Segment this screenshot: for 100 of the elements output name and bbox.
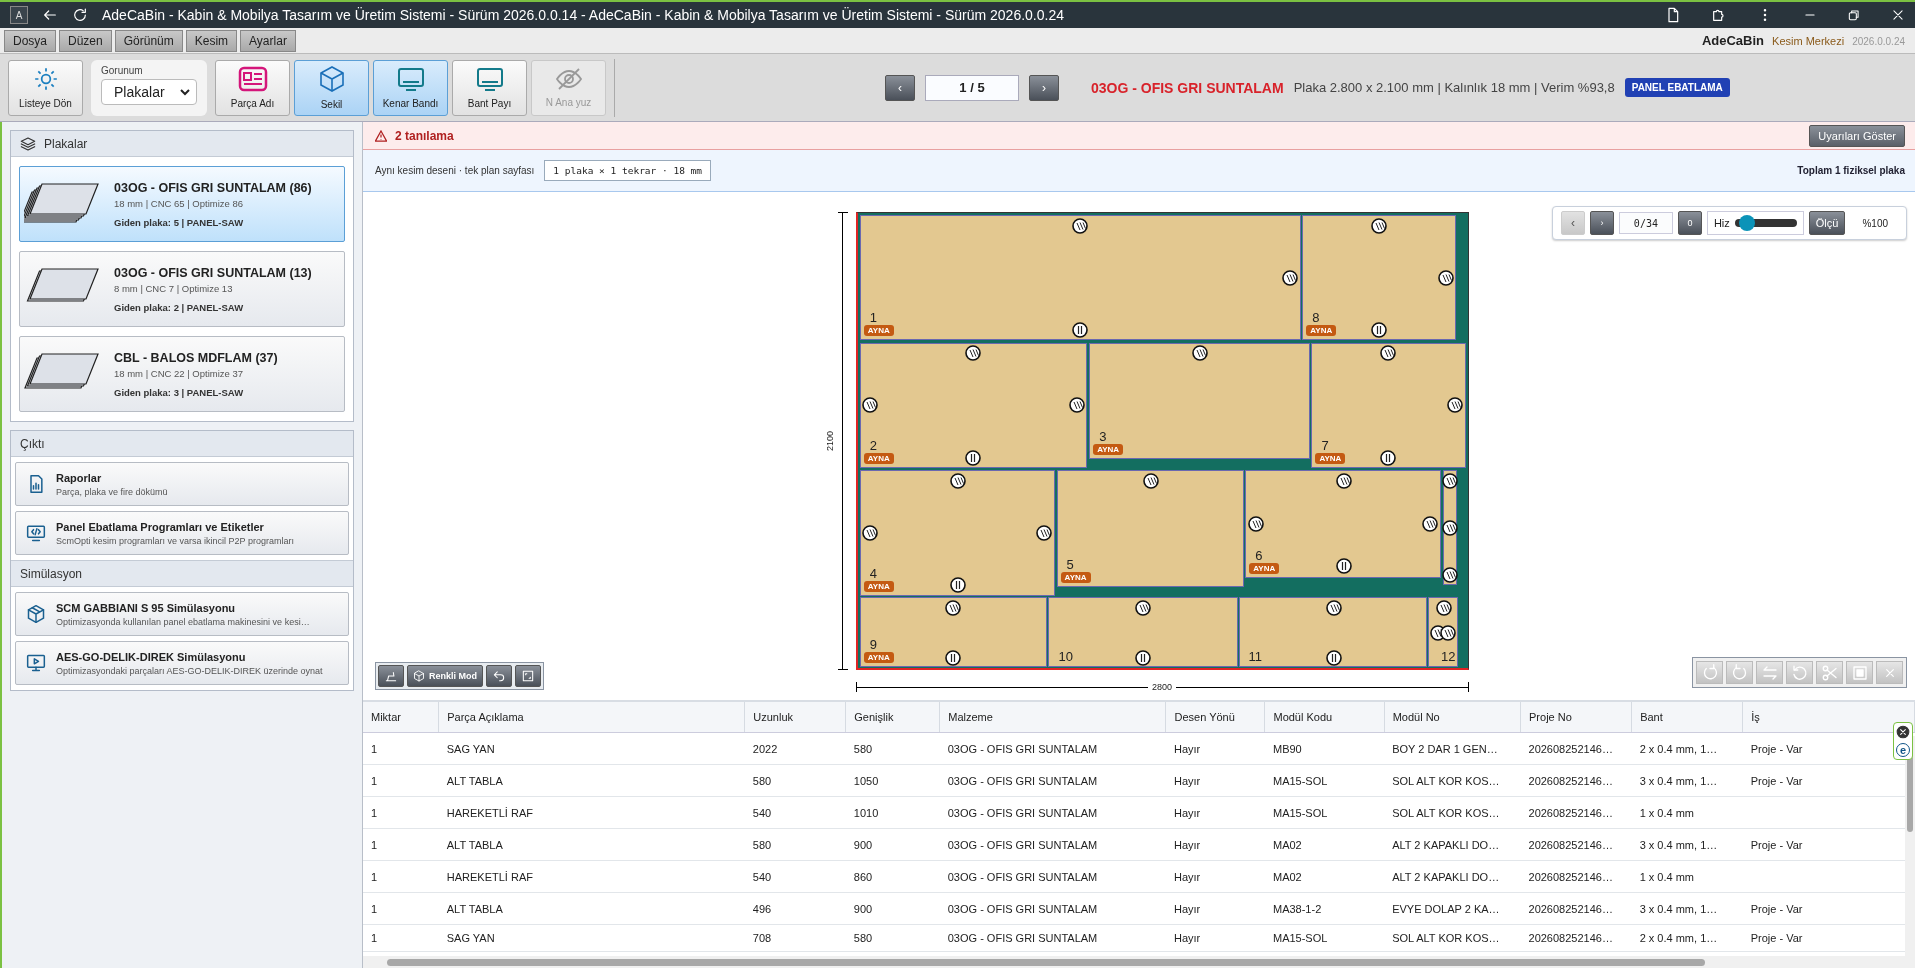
color-mode-button[interactable]: Renkli Mod [407, 665, 483, 687]
hatched-hole-icon [1441, 567, 1458, 583]
column-header[interactable]: Modül Kodu [1264, 702, 1385, 733]
hatched-hole-icon [965, 344, 982, 361]
item-title: AES-GO-DELIK-DIREK Simülasyonu [56, 650, 247, 663]
column-header[interactable]: Desen Yönü [1166, 702, 1265, 733]
zoom-level: %100 [1861, 217, 1889, 229]
panel-piece[interactable]: 5 AYNA [1056, 469, 1244, 587]
menu-item[interactable]: Dosya [4, 29, 56, 52]
table-cell: Proje - Var [1750, 838, 1803, 851]
output-item[interactable]: SCM GABBIANI S 95 Simülasyonu Optimizasyonda kullanılan panel ebatlama makinesini ve kesi… [15, 592, 349, 636]
panel-piece[interactable]: 8 AYNA [1302, 215, 1457, 341]
hatched-hole-icon [1441, 472, 1458, 489]
table-cell: 540 [752, 806, 772, 819]
table-cell: Hayır [1174, 774, 1201, 787]
table-cell: 03OG - OFIS GRI SUNTALAM [947, 838, 1098, 851]
table-cell: 1 [371, 806, 378, 819]
measure-button[interactable]: Ölçü [1808, 211, 1846, 235]
hatched-hole-icon [1335, 472, 1352, 489]
piece-number: 2 [868, 439, 877, 453]
column-header[interactable]: İş [1742, 702, 1915, 733]
column-header[interactable]: Genişlik [845, 702, 940, 733]
table-cell: 1 [371, 774, 378, 787]
back-to-list-button[interactable]: Listeye Dön [8, 59, 83, 116]
plan-code: 1 plaka × 1 tekrar · 18 mm [544, 160, 712, 181]
reset-step-button[interactable]: 0 [1677, 211, 1702, 235]
panel-piece[interactable]: 3 AYNA [1089, 342, 1310, 459]
column-header[interactable]: Parça Açıklama [438, 702, 745, 733]
table-cell: 202608252146… [1528, 838, 1613, 851]
hatched-hole-icon [1370, 217, 1387, 234]
table-cell: 2022 [752, 742, 778, 755]
menu-item[interactable]: Kesim [185, 29, 238, 52]
reload-icon [72, 7, 88, 23]
menu-item[interactable]: Ayarlar [240, 29, 296, 52]
panel-piece[interactable]: 11 [1238, 597, 1428, 668]
table-cell: 202608252146… [1528, 774, 1613, 787]
table-cell: 202608252146… [1528, 742, 1613, 755]
column-header[interactable]: Miktar [363, 702, 439, 733]
previous-page-button[interactable]: ‹ [885, 74, 915, 101]
column-header[interactable]: Uzunluk [744, 702, 846, 733]
plate-card[interactable]: 03OG - OFIS GRI SUNTALAM (86) 18 mm | CNC 65 | Optimize 86 Giden plaka: 5 | PANEL-SAW [19, 166, 345, 242]
barred-hole-icon [1325, 649, 1342, 666]
chevron-down-icon [180, 87, 190, 96]
panel-piece[interactable]: 10 [1048, 597, 1238, 668]
id-card-icon [237, 66, 268, 92]
warning-icon [375, 129, 387, 142]
column-header[interactable]: Proje No [1520, 702, 1632, 733]
sun-icon [32, 66, 59, 92]
panel-piece[interactable]: 6 AYNA [1245, 469, 1442, 578]
horizontal-scrollbar[interactable] [363, 956, 1915, 968]
plate-card[interactable]: 03OG - OFIS GRI SUNTALAM (13) 8 mm | CNC 7 | Optimize 13 Giden plaka: 2 | PANEL-SAW [19, 251, 345, 327]
step-field[interactable]: 0/34 [1618, 212, 1673, 234]
plate-card[interactable]: CBL - BALOS MDFLAM (37) 18 mm | CNC 22 | Optimize 37 Giden plaka: 3 | PANEL-SAW [19, 336, 345, 412]
piece-number: 6 [1254, 548, 1263, 562]
toolbar-button[interactable]: Sekil [294, 59, 369, 116]
monitor-icon [475, 66, 504, 92]
table-cell: SAG YAN [446, 742, 495, 755]
side-tab[interactable]: e [1893, 722, 1913, 760]
column-header[interactable]: Malzeme [939, 702, 1166, 733]
table-cell: SOL ALT KOR KOS… [1392, 806, 1500, 819]
undo-button[interactable] [486, 665, 512, 687]
tool-button[interactable] [378, 665, 404, 687]
table-cell: Proje - Var [1750, 742, 1803, 755]
scissors-icon [1820, 663, 1839, 682]
output-item[interactable]: AES-GO-DELIK-DIREK Simülasyonu Optimizasyondaki parçaları AES-GO-DELIK-DIREK üzerinde oynat [15, 641, 349, 685]
panel-piece[interactable]: 4 AYNA [859, 469, 1055, 596]
panel-piece[interactable]: 1 AYNA [859, 215, 1301, 341]
toolbar-button[interactable]: Kenar Bandı [373, 59, 448, 116]
panel-piece[interactable]: 9 AYNA [859, 597, 1048, 668]
toolbar-button[interactable]: Parça Adı [215, 59, 290, 116]
fit-view-button[interactable] [515, 665, 541, 687]
panel-piece[interactable]: 7 AYNA [1311, 342, 1467, 469]
menu-item[interactable]: Düzen [59, 29, 112, 52]
column-header[interactable]: Bant [1631, 702, 1743, 733]
table-cell: 2 x 0.4 mm, 1… [1639, 742, 1718, 755]
view-label: Gorunum [101, 64, 144, 76]
brand-subtitle: Kesim Merkezi [1772, 35, 1845, 47]
table-cell: SOL ALT KOR KOS… [1392, 932, 1500, 944]
output-item[interactable]: Raporlar Parça, plaka ve fire dökümü [15, 462, 349, 506]
table-cell: MA02 [1272, 870, 1302, 883]
output-item[interactable]: Panel Ebatlama Programları ve Etiketler ScmOpti kesim programları ve varsa ikincil P2P programları [15, 511, 349, 555]
piece-number: 8 [1311, 311, 1320, 325]
view-dropdown[interactable]: Plakalar [101, 78, 197, 105]
barred-hole-icon [949, 576, 966, 593]
toolbar-button[interactable]: Bant Payı [452, 59, 527, 116]
page-field[interactable]: 1 / 5 [925, 74, 1019, 101]
show-warnings-button[interactable]: Uyarıları Göster [1809, 124, 1905, 147]
table-cell: 1 [371, 932, 378, 944]
next-step-button[interactable]: › [1589, 211, 1614, 235]
piece-badge: AYNA [1060, 571, 1091, 583]
next-page-button[interactable]: › [1029, 74, 1059, 101]
panel-piece[interactable]: 2 AYNA [859, 342, 1088, 469]
table-cell: EVYE DOLAP 2 KA… [1392, 902, 1500, 915]
plate-summary: Giden plaka: 3 | PANEL-SAW [114, 386, 245, 398]
speed-slider-thumb[interactable] [1739, 215, 1756, 231]
table-cell: MA15-SOL [1272, 774, 1328, 787]
column-header[interactable]: Modül No [1384, 702, 1521, 733]
menu-item[interactable]: Görünüm [114, 29, 183, 52]
vertical-scrollbar[interactable] [1905, 736, 1915, 956]
hatched-hole-icon [1437, 269, 1454, 286]
